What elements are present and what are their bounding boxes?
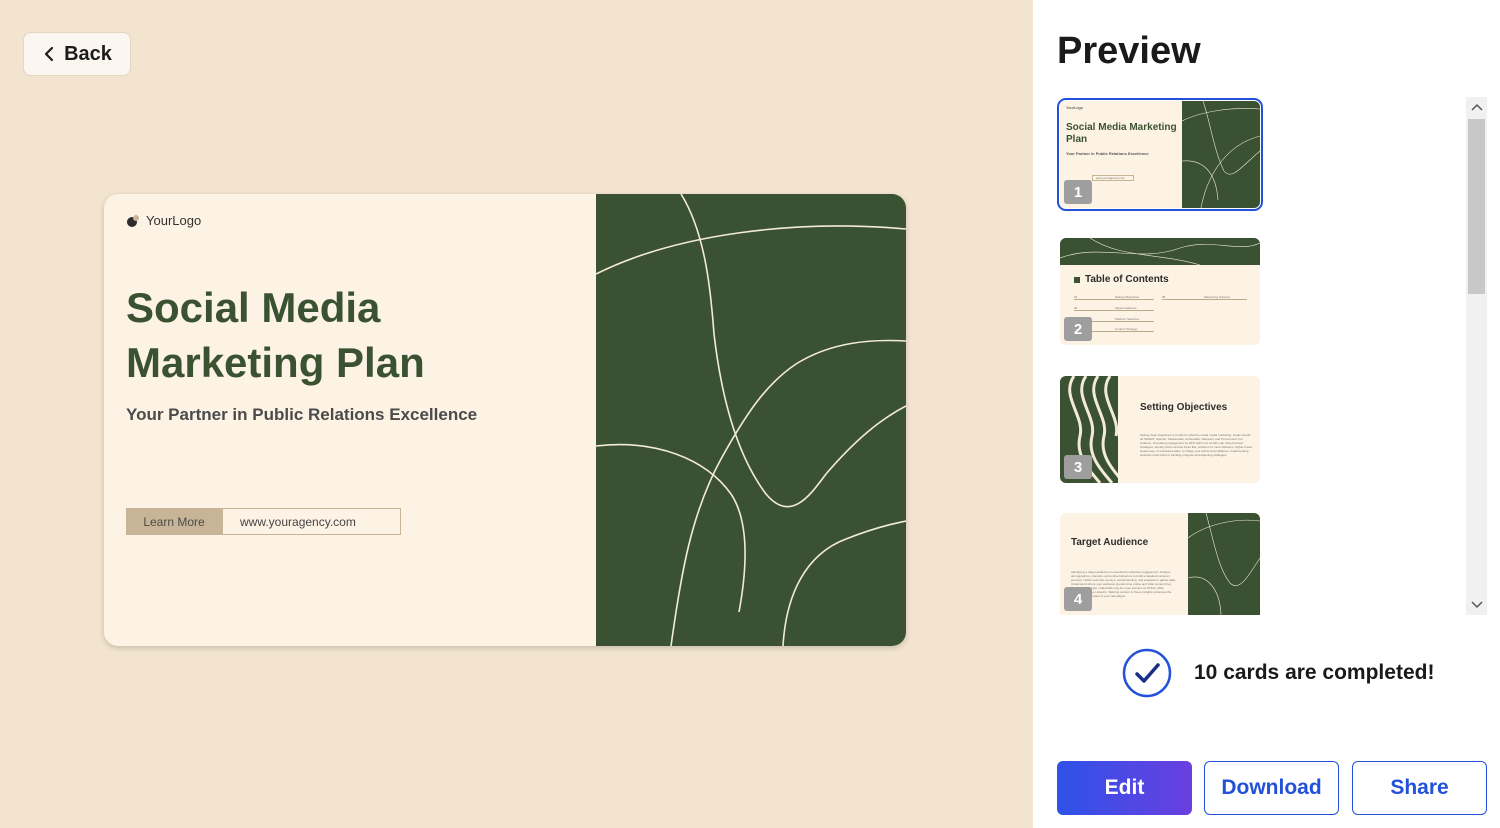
thumb-4-title: Target Audience — [1071, 537, 1149, 548]
edit-button[interactable]: Edit — [1057, 761, 1192, 815]
chevron-left-icon — [44, 46, 54, 62]
thumb-2-number: 2 — [1064, 317, 1092, 341]
thumb-1-artwork — [1181, 101, 1260, 208]
logo-text: YourLogo — [146, 213, 202, 228]
toc-divider — [1074, 310, 1154, 311]
scrollbar-thumb[interactable] — [1468, 119, 1485, 294]
main-slide[interactable]: YourLogo Social Media Marketing Plan You… — [104, 194, 906, 646]
slide-subtitle: Your Partner in Public Relations Excelle… — [126, 405, 478, 424]
agency-url: www.youragency.com — [222, 508, 401, 535]
thumb-2-bullet-icon — [1074, 277, 1080, 283]
check-circle-icon — [1122, 648, 1172, 698]
slide-thumbnail-4[interactable]: Target Audience Identifying a target aud… — [1060, 513, 1260, 615]
thumb-2-title: Table of Contents — [1085, 274, 1169, 285]
slide-thumbnail-2[interactable]: Table of Contents 01 Setting Objectives … — [1060, 238, 1260, 345]
slide-thumbnail-1[interactable]: YourLogo Social Media Marketing Plan You… — [1057, 98, 1263, 211]
slide-title: Social Media Marketing Plan — [126, 284, 425, 386]
thumb-4-artwork — [1187, 513, 1260, 615]
scroll-up-icon[interactable] — [1466, 97, 1487, 117]
completion-status: 10 cards are completed! — [1122, 648, 1434, 698]
share-button[interactable]: Share — [1352, 761, 1487, 815]
thumb-2-header-art — [1060, 238, 1260, 266]
thumbnail-scrollbar[interactable] — [1466, 97, 1487, 615]
preview-title: Preview — [1057, 30, 1201, 72]
slide-stage: Back YourLogo Social Media Marketing Pla… — [0, 0, 1033, 828]
thumb-1-url: www.youragency.com — [1092, 175, 1134, 181]
line-art-graphic — [595, 194, 906, 646]
thumb-3-body: Setting clear objectives is crucial for … — [1140, 433, 1252, 457]
toc-divider — [1074, 299, 1154, 300]
back-label: Back — [64, 42, 112, 65]
scroll-down-icon[interactable] — [1466, 595, 1487, 615]
back-button[interactable]: Back — [23, 32, 131, 76]
thumb-4-number: 4 — [1064, 587, 1092, 611]
download-button[interactable]: Download — [1204, 761, 1339, 815]
slide-artwork — [595, 194, 906, 646]
thumb-3-number: 3 — [1064, 455, 1092, 479]
toc-divider — [1162, 299, 1247, 300]
thumb-1-subtitle: Your Partner in Public Relations Excelle… — [1066, 151, 1149, 156]
slide-logo: YourLogo — [126, 213, 201, 228]
thumb-1-logo: YourLogo — [1066, 105, 1083, 110]
thumb-1-title: Social Media Marketing Plan — [1066, 122, 1177, 145]
thumb-1-number: 1 — [1064, 180, 1092, 204]
completion-text: 10 cards are completed! — [1194, 661, 1435, 684]
slide-thumbnail-3[interactable]: Setting Objectives Setting clear objecti… — [1060, 376, 1260, 483]
slide-cta: Learn More www.youragency.com — [126, 508, 401, 535]
thumb-3-title: Setting Objectives — [1140, 402, 1228, 413]
learn-more-button[interactable]: Learn More — [126, 508, 222, 535]
logo-mark-icon — [127, 214, 139, 227]
